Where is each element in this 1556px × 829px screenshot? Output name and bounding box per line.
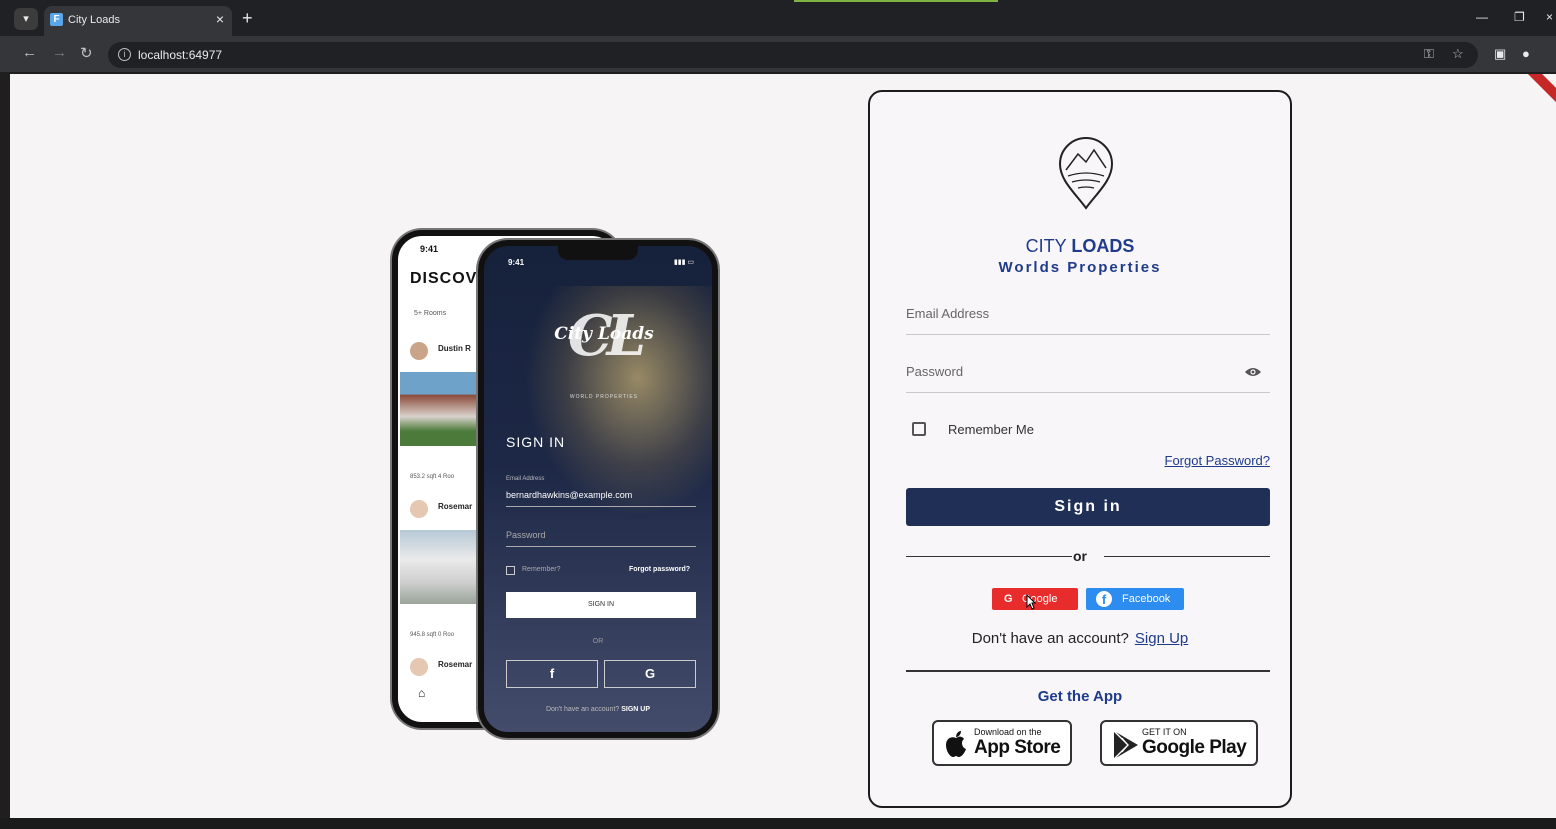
phone-remember-label: Remember? (522, 566, 561, 573)
avatar (410, 342, 428, 360)
phone-notch (558, 246, 638, 260)
side-panel-icon[interactable]: ▣ (1494, 46, 1506, 62)
facebook-icon: f (1096, 591, 1112, 607)
front-phone-time: 9:41 (508, 258, 525, 267)
remember-me-label: Remember Me (948, 422, 1034, 437)
section-divider (906, 670, 1270, 672)
back-phone-heading: DISCOVI (410, 270, 483, 287)
signup-prompt: Don't have an account? Sign Up (971, 630, 1189, 647)
phone-email-underline (506, 506, 696, 507)
flutter-favicon-icon: F (50, 13, 63, 26)
eye-icon[interactable] (1244, 366, 1262, 378)
forward-icon[interactable]: → (52, 44, 67, 61)
back-phone-row-name: Rosemar (438, 660, 473, 669)
new-tab-button[interactable]: + (242, 8, 253, 29)
phone-forgot-label: Forgot password? (628, 566, 690, 573)
tab-accent-bar (794, 0, 998, 2)
brand-name: CITY LOADS (1025, 236, 1135, 256)
minimize-icon[interactable]: — (1476, 10, 1488, 24)
phone-email-value: bernardhawkins@example.com (506, 490, 633, 500)
facebook-signin-button[interactable]: f Facebook (1086, 588, 1184, 610)
phone-signup-prompt: Don't have an account? SIGN UP (545, 706, 651, 713)
remember-me-checkbox[interactable] (912, 422, 926, 436)
phone-email-label: Email Address (506, 476, 545, 482)
browser-tab[interactable]: F City Loads × (44, 6, 232, 36)
back-icon[interactable]: ← (22, 44, 37, 61)
avatar (410, 500, 428, 518)
tab-search-menu-button[interactable]: ▾ (14, 8, 38, 30)
back-phone-time: 9:41 (420, 244, 439, 254)
url-text[interactable]: localhost:64977 (138, 48, 222, 62)
close-window-icon[interactable]: × (1546, 10, 1553, 24)
back-phone-chip: 5+ Rooms (414, 310, 447, 317)
email-field[interactable]: Email Address (906, 306, 989, 321)
back-phone-row-name: Dustin R (438, 344, 471, 353)
browser-toolbar: ← → ↻ i localhost:64977 ⚿ ☆ ▣ ● (0, 36, 1556, 72)
phone-signin-button: SIGN IN (506, 592, 696, 618)
signal-battery-icon: ▮▮▮ ▭ (673, 259, 694, 266)
tab-title: City Loads (68, 14, 120, 26)
address-bar[interactable]: i localhost:64977 ⚿ ☆ (108, 42, 1478, 68)
phone-remember-checkbox (506, 566, 515, 575)
phone-signin-title: SIGN IN (506, 434, 566, 450)
back-phone-row-name: Rosemar (438, 502, 473, 511)
key-icon[interactable]: ⚿ (1424, 46, 1434, 62)
home-icon: ⌂ (418, 686, 426, 700)
login-card: CITY LOADS Worlds Properties Email Addre… (868, 90, 1292, 808)
profile-icon[interactable]: ● (1522, 46, 1530, 61)
get-the-app-heading: Get the App (1037, 688, 1123, 705)
bookmark-star-icon[interactable]: ☆ (1452, 46, 1464, 62)
password-underline (906, 392, 1270, 393)
password-field[interactable]: Password (906, 364, 963, 379)
google-play-icon (1113, 730, 1138, 760)
house-photo (400, 530, 480, 604)
sign-up-link[interactable]: Sign Up (1135, 630, 1188, 647)
phone-facebook-icon: f (506, 660, 598, 688)
city-loads-logo-icon (1058, 137, 1114, 210)
house-photo (400, 372, 480, 446)
forgot-password-link[interactable]: Forgot Password? (1165, 453, 1271, 468)
browser-tab-bar: ▾ F City Loads × + — ❐ × (0, 0, 1556, 36)
site-info-icon[interactable]: i (118, 48, 131, 61)
back-phone-row-meta: 945.8 sqft 0 Roo (410, 632, 455, 638)
restore-icon[interactable]: ❐ (1514, 10, 1525, 24)
brand-tagline: Worlds Properties (998, 259, 1162, 276)
or-divider-right (1104, 556, 1270, 557)
back-phone-row-meta: 853.2 sqft 4 Roo (410, 474, 455, 480)
taskbar-strip (0, 818, 1556, 829)
phone-mockup-front: 9:41 ▮▮▮ ▭ CL City Loads WORLD PROPERTIE… (478, 240, 718, 738)
city-loads-phone-logo: CL City Loads (554, 303, 654, 369)
sign-in-button[interactable]: Sign in (906, 488, 1270, 526)
phone-or-label: OR (592, 638, 604, 645)
phone-password-underline (506, 546, 696, 547)
apple-icon (946, 731, 966, 757)
reload-icon[interactable]: ↻ (80, 44, 93, 62)
phone-password-label: Password (506, 530, 546, 540)
app-store-badge[interactable]: Download on the App Store (932, 720, 1072, 766)
google-icon: G (1004, 593, 1013, 605)
avatar (410, 658, 428, 676)
phone-logo-subtitle: WORLD PROPERTIES (569, 394, 639, 400)
tab-close-icon[interactable]: × (216, 11, 224, 27)
phone-google-icon: G (604, 660, 696, 688)
google-play-badge[interactable]: GET IT ON Google Play (1100, 720, 1258, 766)
email-underline (906, 334, 1270, 335)
debug-banner (1523, 74, 1556, 112)
page-content: 9:41 DISCOVI 5+ Rooms Dustin R 853.2 sqf… (10, 74, 1556, 818)
mouse-cursor-icon (1026, 594, 1036, 610)
